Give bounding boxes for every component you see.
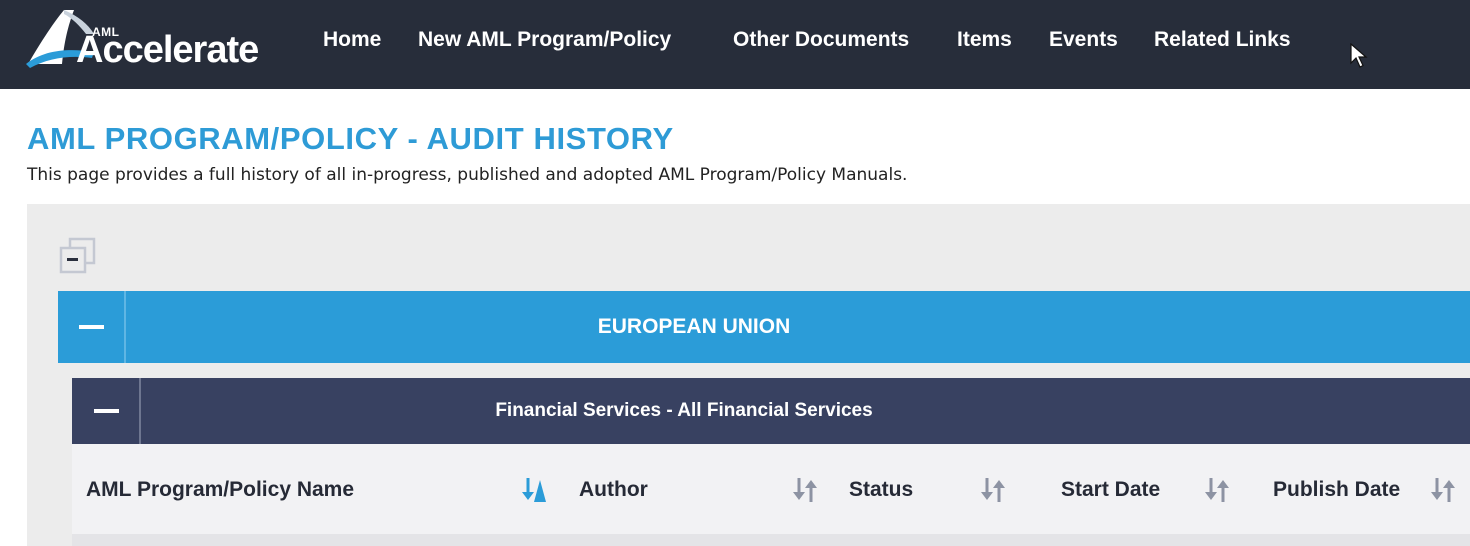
collapse-region-button[interactable] xyxy=(58,291,126,363)
column-header-publish-date[interactable]: Publish Date xyxy=(1273,478,1400,502)
mouse-cursor-icon xyxy=(1350,43,1368,68)
sort-icon[interactable] xyxy=(978,476,1008,504)
page-title: AML PROGRAM/POLICY - AUDIT HISTORY xyxy=(27,121,674,156)
column-header-author[interactable]: Author xyxy=(579,478,648,502)
sort-icon[interactable] xyxy=(1428,476,1458,504)
minus-icon xyxy=(79,325,104,329)
page-description: This page provides a full history of all… xyxy=(27,165,908,185)
logo-wordmark: Accelerate xyxy=(76,29,259,71)
aml-accelerate-logo[interactable]: AML Accelerate xyxy=(24,6,274,72)
column-header-start-date[interactable]: Start Date xyxy=(1061,478,1160,502)
minus-icon xyxy=(94,409,119,413)
nav-other-documents[interactable]: Other Documents xyxy=(733,28,909,52)
nav-related-links[interactable]: Related Links xyxy=(1154,28,1291,52)
nav-new-aml-program-policy[interactable]: New AML Program/Policy xyxy=(418,28,671,52)
group-label-category: Financial Services - All Financial Servi… xyxy=(495,400,873,421)
nav-items[interactable]: Items xyxy=(957,28,1012,52)
nav-home[interactable]: Home xyxy=(323,28,381,52)
column-header-status[interactable]: Status xyxy=(849,478,913,502)
collapse-category-button[interactable] xyxy=(72,378,141,444)
table-divider xyxy=(72,534,1470,546)
group-row-financial-services: Financial Services - All Financial Servi… xyxy=(72,378,1470,444)
group-row-european-union: EUROPEAN UNION xyxy=(58,291,1470,363)
group-label-region: EUROPEAN UNION xyxy=(597,315,791,338)
column-header-policy-name[interactable]: AML Program/Policy Name xyxy=(86,478,354,502)
top-navigation-bar: AML Accelerate Home New AML Program/Poli… xyxy=(0,0,1470,89)
nav-events[interactable]: Events xyxy=(1049,28,1118,52)
sort-icon[interactable] xyxy=(790,476,820,504)
sort-descending-active-icon[interactable] xyxy=(520,476,550,504)
collapse-all-icon[interactable] xyxy=(58,236,98,276)
sort-icon[interactable] xyxy=(1202,476,1232,504)
